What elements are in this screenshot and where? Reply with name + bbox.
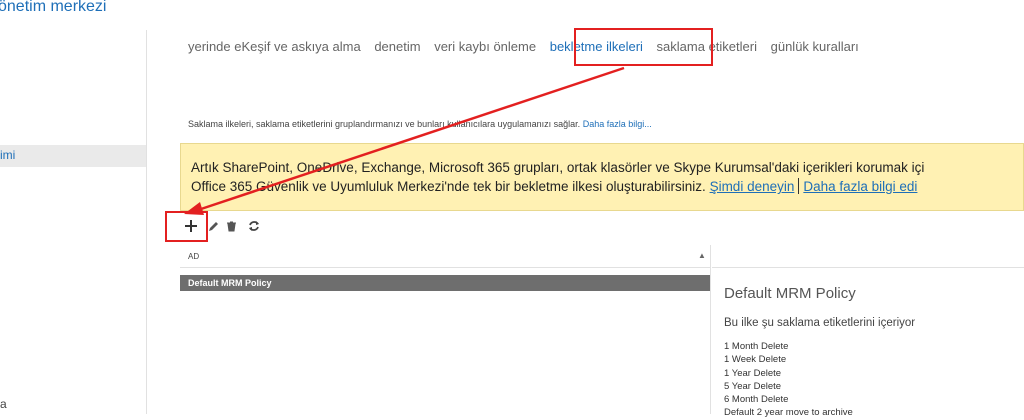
- tab-journal-rules[interactable]: günlük kuralları: [771, 39, 859, 54]
- trash-icon[interactable]: [224, 212, 238, 240]
- sidebar-item-label: imi: [0, 148, 16, 162]
- detail-subtitle: Bu ilke şu saklama etiketlerini içeriyor: [724, 317, 916, 329]
- info-banner: Artık SharePoint, OneDrive, Exchange, Mi…: [180, 143, 1024, 211]
- policy-list: AD ▲ Default MRM Policy: [180, 245, 711, 414]
- banner-line-2: Office 365 Güvenlik ve Uyumluluk Merkezi…: [191, 178, 917, 196]
- sidebar: imi a: [0, 30, 147, 414]
- sidebar-item-bottom[interactable]: a: [0, 397, 7, 411]
- list-item: 1 Month Delete: [724, 341, 789, 352]
- table-row[interactable]: Default MRM Policy: [180, 275, 710, 291]
- tag-list: 1 Month Delete 1 Week Delete 1 Year Dele…: [724, 340, 853, 420]
- banner-line-2-text: Office 365 Güvenlik ve Uyumluluk Merkezi…: [191, 179, 706, 194]
- column-header-label: AD: [188, 252, 200, 261]
- list-item: Default 2 year move to archive: [724, 407, 853, 419]
- list-item: 1 Week Delete: [724, 354, 787, 366]
- pencil-icon[interactable]: [206, 212, 220, 240]
- column-header[interactable]: AD ▲: [180, 245, 710, 268]
- try-now-link[interactable]: Şimdi deneyin: [710, 179, 795, 194]
- sidebar-item-selected[interactable]: imi: [0, 145, 146, 167]
- list-item: 5 Year Delete: [724, 380, 782, 392]
- tab-dlp[interactable]: veri kaybı önleme: [434, 39, 536, 54]
- detail-title: Default MRM Policy: [724, 285, 856, 302]
- description-text: Saklama ilkeleri, saklama etiketlerini g…: [188, 119, 581, 129]
- page-description: Saklama ilkeleri, saklama etiketlerini g…: [188, 119, 652, 129]
- tab-ediscovery[interactable]: yerinde eKeşif ve askıya alma: [188, 39, 361, 54]
- highlight-box-add: [165, 211, 208, 242]
- tab-auditing[interactable]: denetim: [374, 39, 420, 54]
- link-separator: [798, 178, 800, 194]
- tab-bar: yerinde eKeşif ve askıya alma denetim ve…: [188, 39, 869, 59]
- detail-divider: [712, 267, 1024, 268]
- list-item: 1 Year Delete: [724, 367, 782, 379]
- learn-more-link[interactable]: Daha fazla bilgi...: [583, 119, 652, 129]
- row-name: Default MRM Policy: [188, 278, 272, 288]
- highlight-box-tab: [574, 28, 713, 66]
- detail-pane: Default MRM Policy Bu ilke şu saklama et…: [712, 245, 1024, 418]
- sort-ascending-icon: ▲: [698, 251, 706, 260]
- banner-learn-more-link[interactable]: Daha fazla bilgi edi: [803, 179, 917, 194]
- banner-line-1: Artık SharePoint, OneDrive, Exchange, Mi…: [191, 160, 925, 175]
- app-title: önetim merkezi: [0, 0, 107, 15]
- list-item: 6 Month Delete: [724, 394, 789, 406]
- refresh-icon[interactable]: [246, 212, 262, 240]
